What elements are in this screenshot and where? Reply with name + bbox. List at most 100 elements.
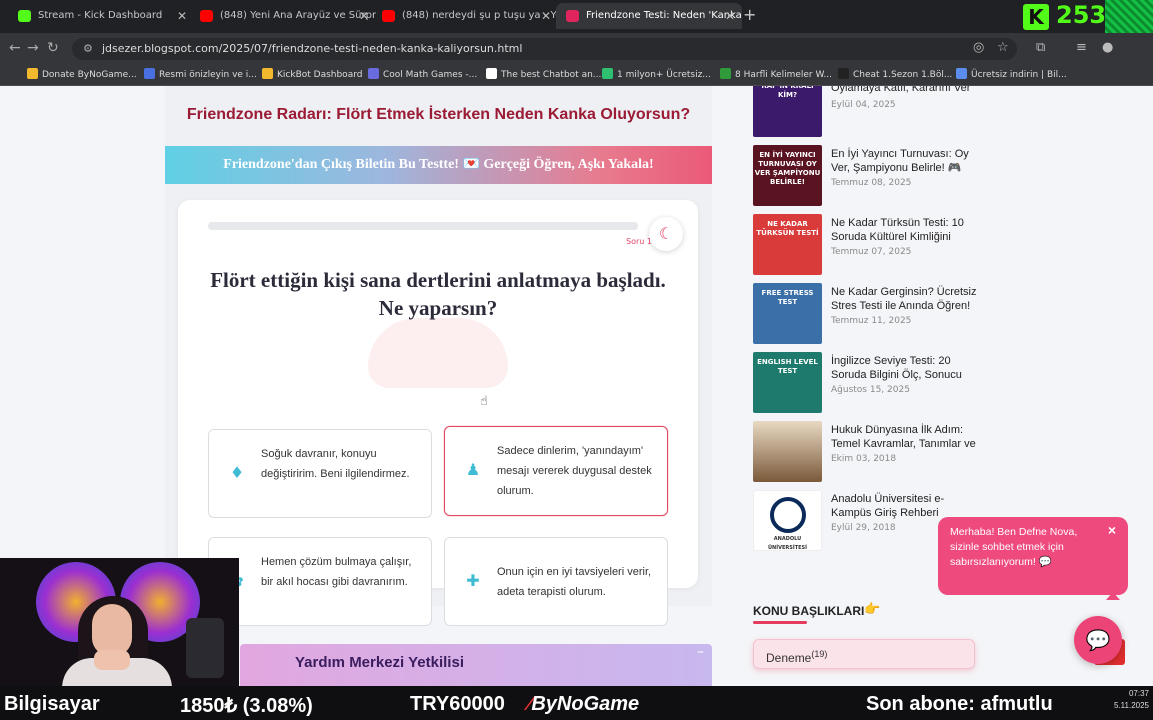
- bookmark-item[interactable]: 1 milyon+ Ücretsiz...: [602, 68, 711, 82]
- post-link[interactable]: Hukuk Dünyasına İlk Adım: Temel Kavramla…: [831, 424, 981, 451]
- star-icon[interactable]: ☆: [997, 40, 1009, 55]
- microphone-icon: [186, 618, 224, 678]
- tab-kick-dashboard[interactable]: Stream - Kick Dashboard ✕: [8, 3, 194, 29]
- chat-open-button[interactable]: 💬: [1074, 616, 1122, 664]
- post-title: Friendzone Radarı: Flört Etmek İsterken …: [186, 106, 691, 123]
- sidebar-post[interactable]: NE KADAR TÜRKSÜN TESTİ Ne Kadar Türksün …: [753, 214, 978, 276]
- site-info-icon[interactable]: ⚙: [83, 38, 93, 60]
- quiz-progress-bar: [208, 222, 638, 230]
- question-counter: Soru 1: [626, 237, 652, 246]
- help-center-widget[interactable]: Yardım Merkezi Yetkilisi –: [240, 644, 712, 686]
- sidebar-post[interactable]: RAP'IN KRALI KİM? Oylamaya Katıl, Kararı…: [753, 86, 978, 138]
- tab-title: (848) Yeni Ana Arayüz ve Sürpr: [220, 10, 376, 21]
- back-icon[interactable]: ←: [9, 38, 21, 58]
- bookmark-item[interactable]: The best Chatbot an...: [486, 68, 601, 82]
- close-tab-icon[interactable]: ✕: [359, 3, 369, 29]
- topic-tag-deneme[interactable]: Deneme(19): [753, 639, 975, 669]
- system-clock: 07:37 5.11.2025: [1114, 689, 1149, 710]
- hand-holding-heart-icon: ♟: [465, 460, 481, 479]
- heading-underline: [753, 621, 807, 624]
- bookmark-item[interactable]: 8 Harfli Kelimeler W...: [720, 68, 832, 82]
- post-link[interactable]: Anadolu Üniversitesi e-Kampüs Giriş Rehb…: [831, 493, 981, 520]
- quiz-banner: Friendzone'dan Çıkış Biletin Bu Testte! …: [165, 146, 712, 184]
- post-date: Temmuz 07, 2025: [831, 247, 912, 257]
- new-tab-button[interactable]: +: [743, 3, 756, 27]
- tab-youtube-1[interactable]: (848) Yeni Ana Arayüz ve Sürpr ✕: [190, 3, 376, 29]
- chat-bubble-tail: [1106, 592, 1120, 600]
- ice-cream-icon: ♦: [229, 463, 245, 482]
- post-thumbnail: ANADOLU ÜNİVERSİTESİ: [753, 490, 822, 551]
- eye-off-icon[interactable]: ◎: [973, 40, 984, 55]
- tab-title: (848) nerdeydi şu p tuşu ya - Yo: [402, 10, 558, 21]
- bookmark-icon: [27, 68, 38, 79]
- post-thumbnail: RAP'IN KRALI KİM?: [753, 86, 822, 137]
- post-link[interactable]: Oylamaya Katıl, Kararını Ver: [831, 86, 981, 96]
- bookmark-item[interactable]: Cheat 1.Sezon 1.Böl...: [838, 68, 952, 82]
- extensions-icon[interactable]: ⧉: [1036, 40, 1045, 55]
- address-bar-row: ← → ↻ ⚙ jdsezer.blogspot.com/2025/07/fri…: [0, 33, 1153, 64]
- post-link[interactable]: Ne Kadar Türksün Testi: 10 Soruda Kültür…: [831, 217, 981, 244]
- question-text: Flört ettiğin kişi sana dertlerini anlat…: [210, 268, 666, 320]
- chat-message: Merhaba! Ben Defne Nova, sizinle sohbet …: [950, 526, 1078, 568]
- sidebar-post[interactable]: EN İYİ YAYINCI TURNUVASI OY VER ŞAMPİYON…: [753, 145, 978, 207]
- bookmark-item[interactable]: Ücretsiz indirin | Bil...: [956, 68, 1067, 82]
- answer-option-1[interactable]: ♦ Soğuk davranır, konuyu değiştiririm. B…: [208, 429, 432, 518]
- profile-avatar[interactable]: ●: [1102, 40, 1113, 55]
- bookmark-icon: [486, 68, 497, 79]
- bookmark-icon: [368, 68, 379, 79]
- close-chat-icon[interactable]: ×: [1108, 523, 1116, 538]
- bookmark-icon: [720, 68, 731, 79]
- dark-mode-toggle-icon[interactable]: ☾: [649, 217, 683, 251]
- webcam-overlay: [0, 558, 239, 686]
- post-date: Ekim 03, 2018: [831, 454, 897, 464]
- topics-heading: KONU BAŞLIKLARI: [753, 604, 865, 618]
- reload-icon[interactable]: ↻: [47, 38, 59, 58]
- media-icon[interactable]: ≡: [1076, 40, 1087, 55]
- sidebar-post[interactable]: ENGLISH LEVEL TEST İngilizce Seviye Test…: [753, 352, 978, 414]
- post-thumbnail: FREE STRESS TEST: [753, 283, 822, 344]
- sidebar-post[interactable]: FREE STRESS TEST Ne Kadar Gerginsin? Ücr…: [753, 283, 978, 345]
- tab-title: Stream - Kick Dashboard: [38, 10, 163, 21]
- close-tab-icon[interactable]: ✕: [177, 3, 187, 29]
- post-link[interactable]: Ne Kadar Gerginsin? Ücretsiz Stres Testi…: [831, 286, 981, 313]
- minimize-icon[interactable]: –: [697, 644, 704, 660]
- kick-logo-icon: K: [1023, 4, 1049, 30]
- sidebar-post[interactable]: Hukuk Dünyasına İlk Adım: Temel Kavramla…: [753, 421, 978, 483]
- streamer-face: [92, 604, 132, 656]
- bookmark-item[interactable]: KickBot Dashboard: [262, 68, 362, 82]
- bookmark-icon: [956, 68, 967, 79]
- url-field[interactable]: ⚙ jdsezer.blogspot.com/2025/07/friendzon…: [72, 38, 1017, 60]
- answer-option-2[interactable]: ♟ Sadece dinlerim, 'yanındayım' mesajı v…: [444, 426, 668, 516]
- bookmark-icon: [262, 68, 273, 79]
- pointing-hand-icon: 👉: [864, 602, 881, 617]
- kick-favicon-icon: [18, 10, 31, 22]
- bookmark-icon: [602, 68, 613, 79]
- bookmark-item[interactable]: Resmi önizleyin ve i...: [144, 68, 257, 82]
- post-date: Temmuz 08, 2025: [831, 178, 912, 188]
- url-text: jdsezer.blogspot.com/2025/07/friendzone-…: [102, 42, 523, 55]
- post-date: Ağustos 15, 2025: [831, 385, 910, 395]
- kick-viewer-count: 253: [1056, 1, 1107, 29]
- ticker-price: 1850₺ (3.08%): [180, 695, 313, 717]
- post-link[interactable]: En İyi Yayıncı Turnuvası: Oy Ver, Şampiy…: [831, 148, 981, 175]
- tab-youtube-2[interactable]: (848) nerdeydi şu p tuşu ya - Yo ✕: [372, 3, 558, 29]
- answer-option-4[interactable]: ✚ Onun için en iyi tavsiyeleri verir, ad…: [444, 537, 668, 626]
- answer-text: Soğuk davranır, konuyu değiştiririm. Ben…: [261, 448, 410, 480]
- post-link[interactable]: İngilizce Seviye Testi: 20 Soruda Bilgin…: [831, 355, 981, 382]
- tab-friendzone-test[interactable]: Friendzone Testi: Neden 'Kanka ✕: [556, 3, 742, 29]
- bookmark-item[interactable]: Cool Math Games -...: [368, 68, 477, 82]
- bookmark-item[interactable]: Donate ByNoGame...: [27, 68, 137, 82]
- forward-icon[interactable]: →: [27, 38, 39, 58]
- answer-text: Sadece dinlerim, 'yanındayım' mesajı ver…: [497, 445, 652, 497]
- post-thumbnail: EN İYİ YAYINCI TURNUVASI OY VER ŞAMPİYON…: [753, 145, 822, 206]
- post-date: Eylül 04, 2025: [831, 100, 896, 110]
- university-logo-icon: [770, 497, 806, 533]
- bookmark-icon: [144, 68, 155, 79]
- close-tab-icon[interactable]: ✕: [541, 3, 551, 29]
- close-tab-icon[interactable]: ✕: [725, 3, 735, 29]
- post-date: Eylül 29, 2018: [831, 523, 896, 533]
- answer-option-3[interactable]: ✿ Hemen çözüm bulmaya çalışır, bir akıl …: [208, 537, 432, 626]
- browser-tab-bar: Stream - Kick Dashboard ✕ (848) Yeni Ana…: [0, 0, 1153, 33]
- post-thumbnail: [753, 421, 822, 482]
- bookmark-icon: [838, 68, 849, 79]
